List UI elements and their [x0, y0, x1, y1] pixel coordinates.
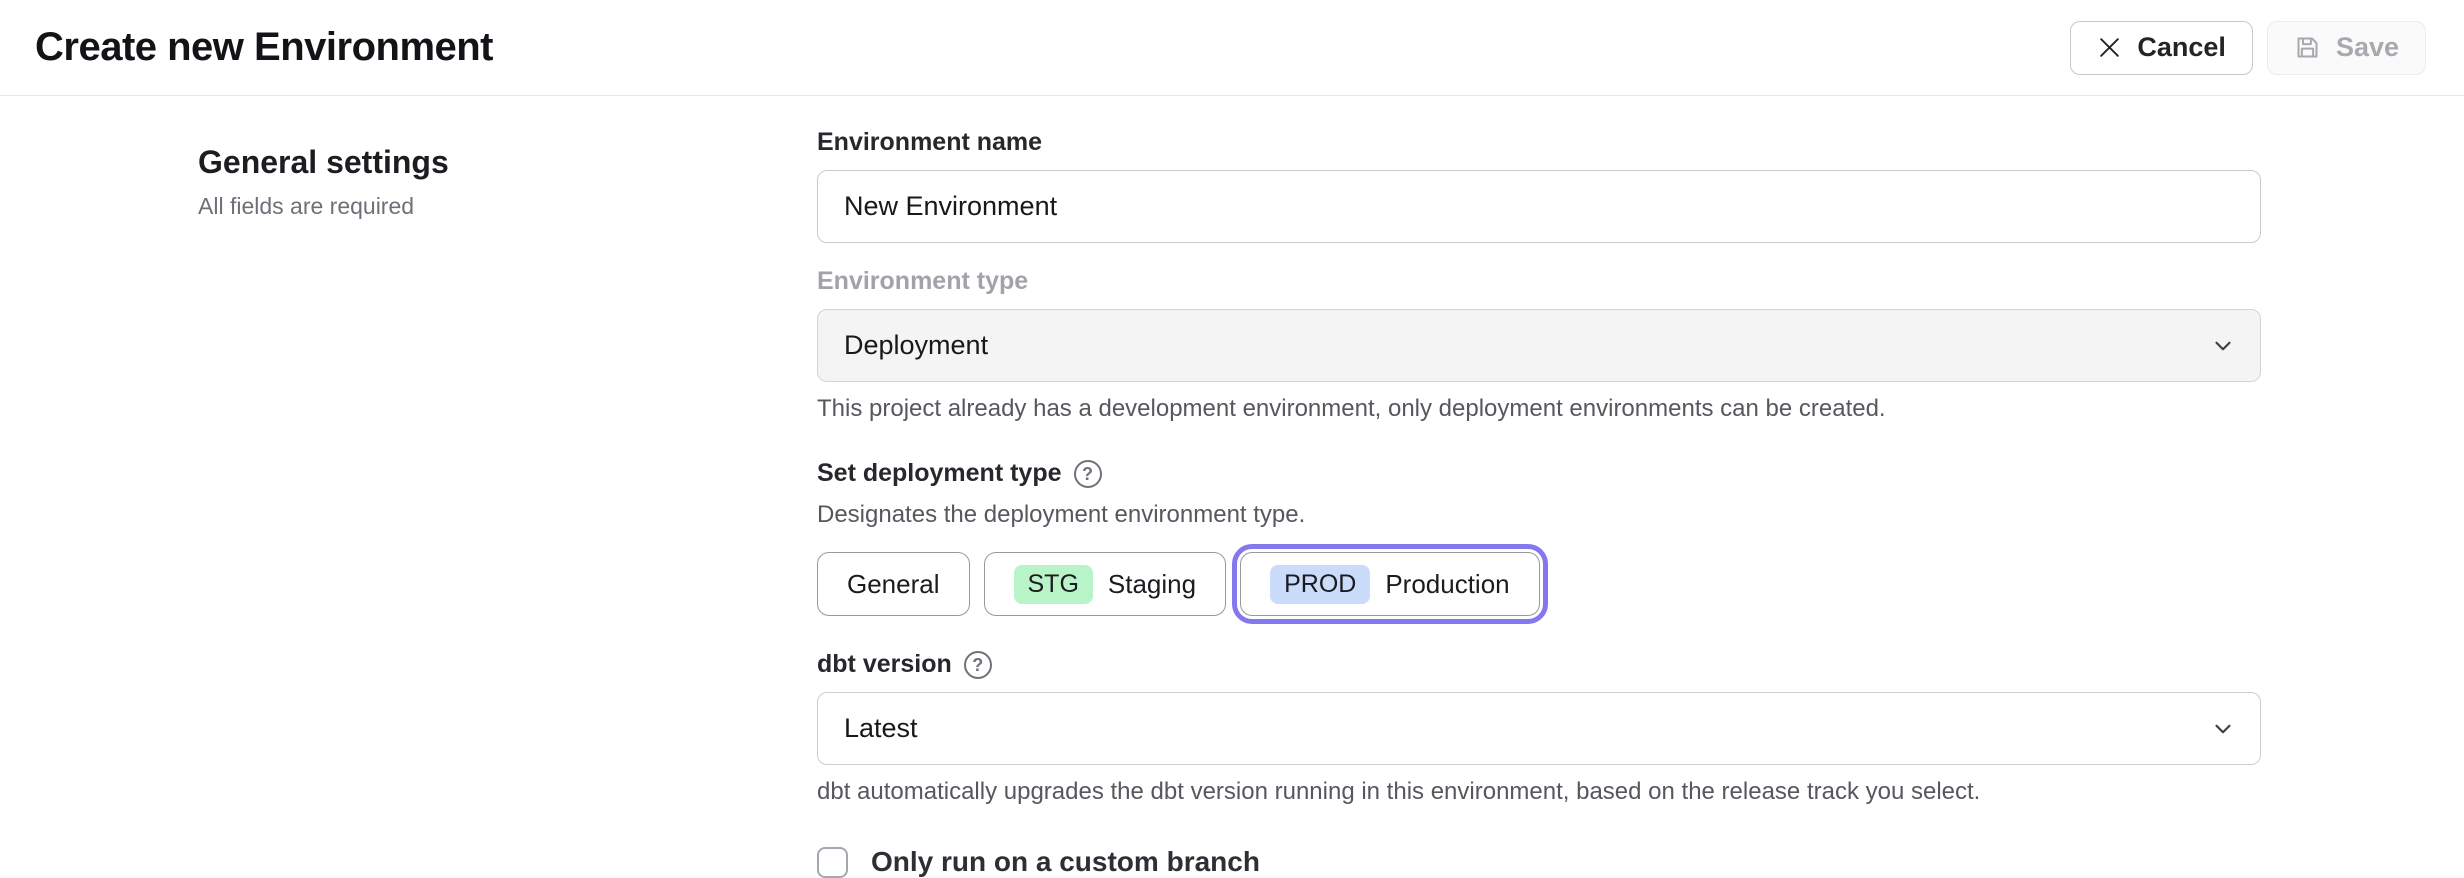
environment-type-label: Environment type [817, 267, 2261, 296]
stg-badge: STG [1014, 565, 1093, 604]
dbt-version-field: dbt version ? Latest dbt automatically u… [817, 650, 2261, 806]
deployment-type-options: General STG Staging PROD Production [817, 552, 2261, 616]
environment-type-field: Environment type Deployment This project… [817, 267, 2261, 423]
page-title: Create new Environment [35, 25, 493, 70]
environment-type-helper: This project already has a development e… [817, 395, 2261, 423]
save-button[interactable]: Save [2267, 21, 2426, 75]
deployment-type-label-text: Set deployment type [817, 459, 1062, 488]
dbt-version-label-text: dbt version [817, 650, 952, 679]
close-icon [2097, 35, 2122, 60]
main-content: General settings All fields are required… [0, 96, 2464, 878]
environment-type-select[interactable]: Deployment [817, 309, 2261, 382]
help-icon[interactable]: ? [1074, 460, 1102, 488]
environment-name-label: Environment name [817, 128, 2261, 157]
environment-type-value: Deployment [844, 330, 988, 361]
cancel-button-label: Cancel [2137, 32, 2226, 63]
environment-name-field: Environment name [817, 128, 2261, 243]
deployment-type-option-general[interactable]: General [817, 552, 970, 616]
deployment-type-field: Set deployment type ? Designates the dep… [817, 459, 2261, 616]
settings-summary: General settings All fields are required [198, 138, 817, 878]
custom-branch-field: Only run on a custom branch [817, 846, 2261, 878]
dbt-version-label: dbt version ? [817, 650, 2261, 679]
deployment-type-label: Set deployment type ? [817, 459, 2261, 488]
deployment-type-option-production[interactable]: PROD Production [1240, 552, 1540, 616]
custom-branch-checkbox[interactable] [817, 847, 848, 878]
dbt-version-value: Latest [844, 713, 918, 744]
deployment-type-helper: Designates the deployment environment ty… [817, 501, 2261, 529]
save-button-label: Save [2336, 32, 2399, 63]
environment-form: Environment name Environment type Deploy… [817, 128, 2261, 878]
section-subtitle: All fields are required [198, 193, 817, 220]
save-floppy-icon [2294, 34, 2321, 61]
prod-badge: PROD [1270, 565, 1370, 604]
page-header: Create new Environment Cancel Save [0, 0, 2464, 96]
custom-branch-label[interactable]: Only run on a custom branch [871, 846, 1260, 878]
header-actions: Cancel Save [2070, 21, 2426, 75]
chevron-down-icon [2210, 333, 2236, 359]
dbt-version-select[interactable]: Latest [817, 692, 2261, 765]
chevron-down-icon [2210, 716, 2236, 742]
deployment-type-option-label: Staging [1108, 569, 1196, 600]
section-title: General settings [198, 144, 817, 181]
deployment-type-option-label: Production [1385, 569, 1509, 600]
cancel-button[interactable]: Cancel [2070, 21, 2253, 75]
help-icon[interactable]: ? [964, 651, 992, 679]
deployment-type-option-staging[interactable]: STG Staging [984, 552, 1227, 616]
dbt-version-helper: dbt automatically upgrades the dbt versi… [817, 778, 2261, 806]
deployment-type-option-label: General [847, 569, 940, 600]
environment-name-input[interactable] [817, 170, 2261, 243]
